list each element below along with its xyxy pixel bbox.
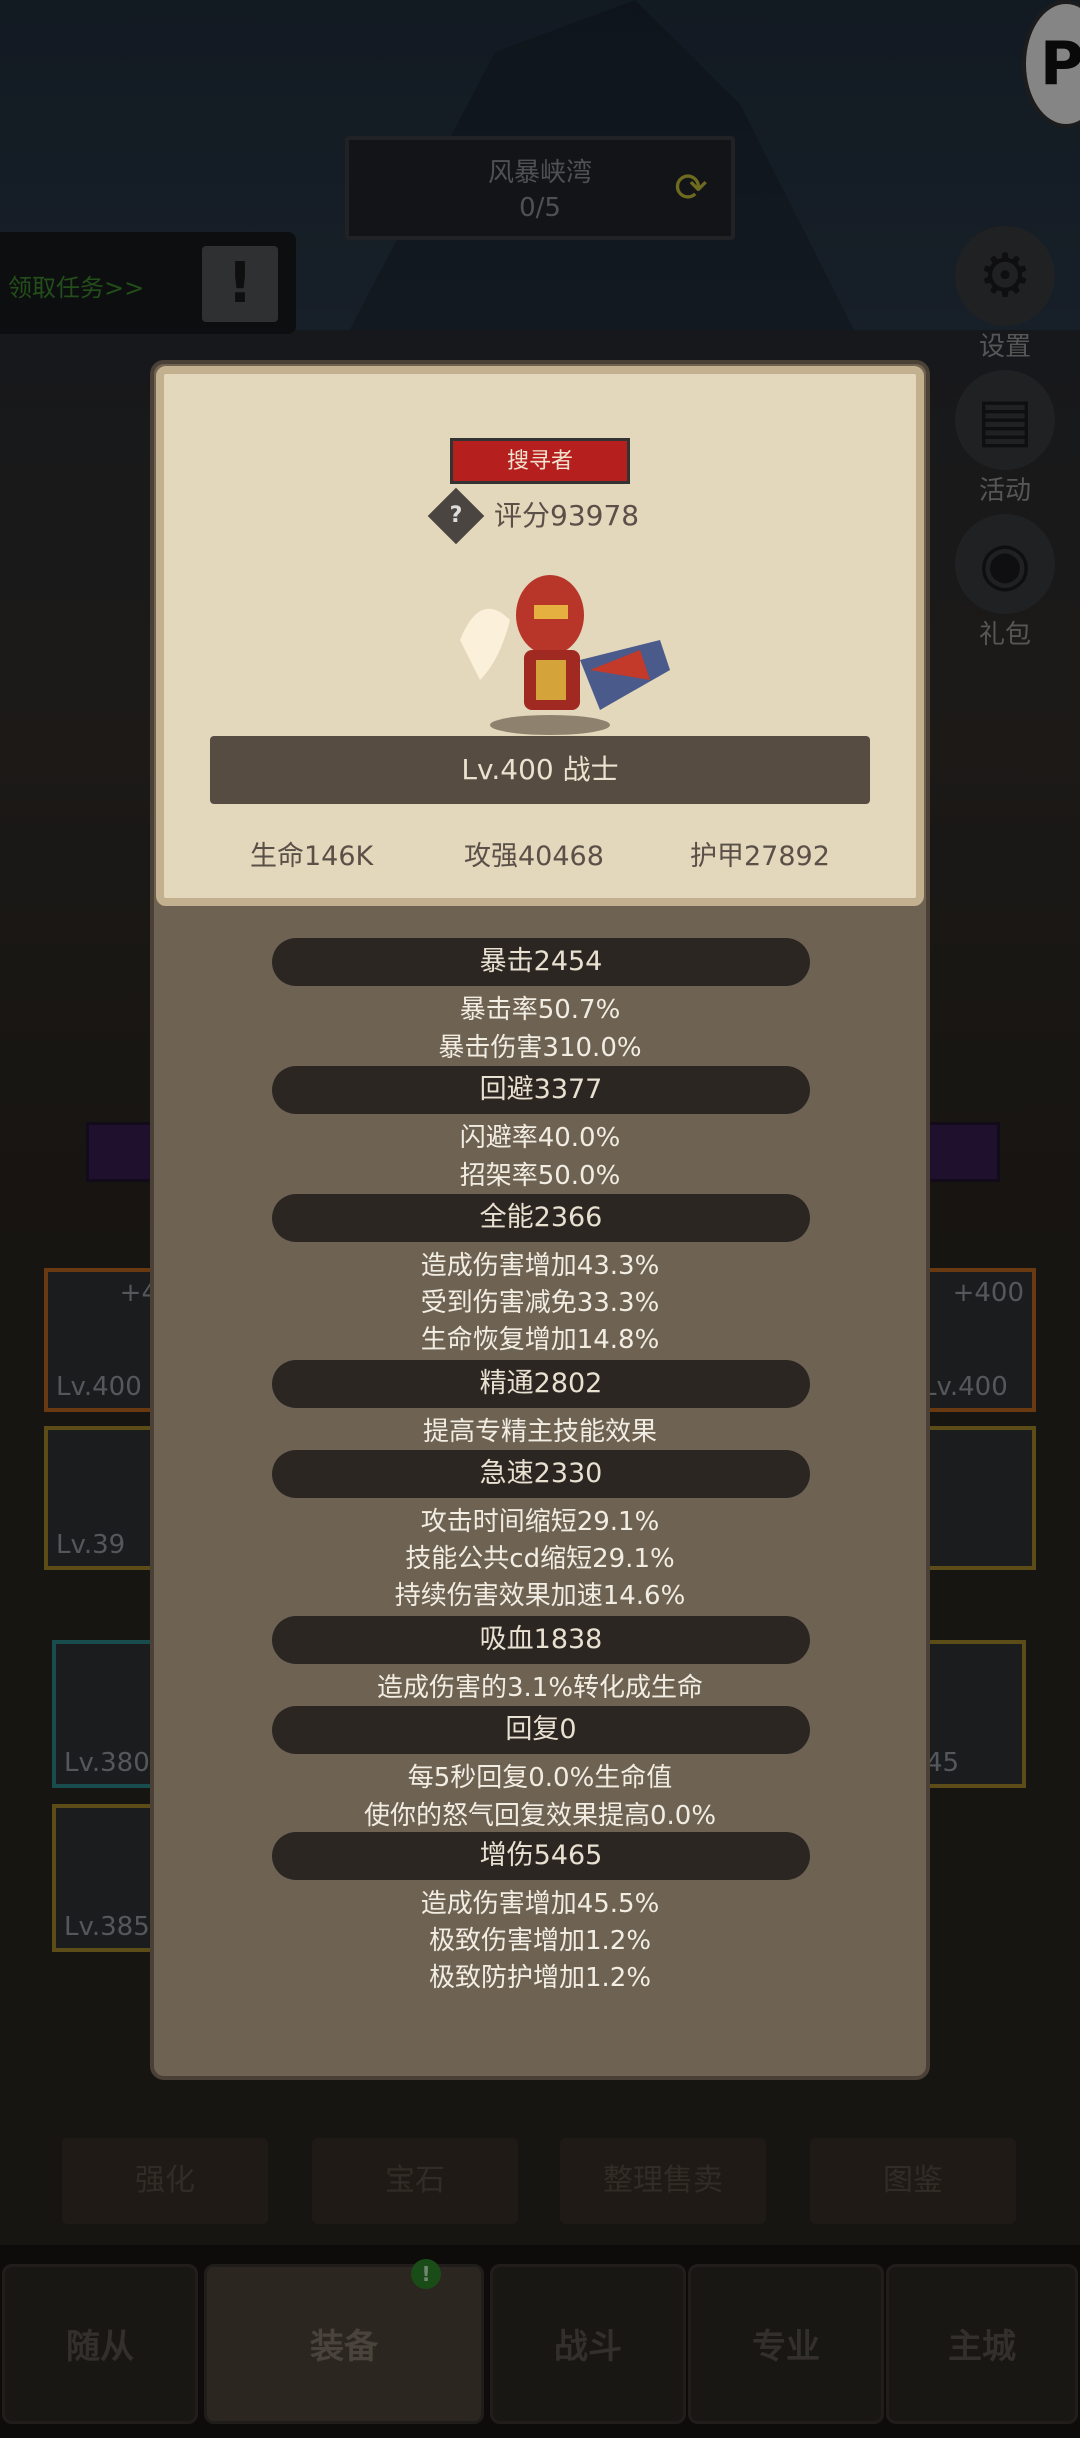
warrior-hero-image bbox=[460, 575, 670, 735]
stat-line: 使你的怒气回复效果提高0.0% bbox=[363, 1801, 717, 1831]
stat-line: 造成伤害的3.1%转化成生命 bbox=[376, 1673, 704, 1703]
stat-line: 受到伤害减免33.3% bbox=[420, 1288, 660, 1318]
stat-line: 生命恢复增加14.8% bbox=[420, 1325, 660, 1355]
stat-header-versatility: 全能2366 bbox=[272, 1194, 810, 1242]
stat-line: 攻击时间缩短29.1% bbox=[420, 1507, 660, 1537]
stat-header-lifesteal: 吸血1838 bbox=[272, 1616, 810, 1664]
stat-line: 极致伤害增加1.2% bbox=[428, 1926, 652, 1956]
stat-line: 持续伤害效果加速14.6% bbox=[394, 1581, 686, 1611]
attack-stat: 攻强40468 bbox=[464, 841, 604, 872]
stat-header-avoid: 回避3377 bbox=[272, 1066, 810, 1114]
stat-line: 闪避率40.0% bbox=[459, 1123, 621, 1153]
stat-line: 招架率50.0% bbox=[459, 1161, 621, 1191]
stat-line: 技能公共cd缩短29.1% bbox=[405, 1544, 675, 1574]
hp-stat: 生命146K bbox=[250, 841, 374, 872]
stat-line: 造成伤害增加45.5% bbox=[420, 1889, 660, 1919]
armor-stat: 护甲27892 bbox=[690, 841, 830, 872]
class-badge: 搜寻者 bbox=[450, 438, 630, 484]
stat-header-crit: 暴击2454 bbox=[272, 938, 810, 986]
help-icon[interactable]: ? bbox=[427, 487, 485, 545]
level-class-bar: Lv.400 战士 bbox=[210, 736, 870, 804]
stat-line: 暴击率50.7% bbox=[459, 995, 621, 1025]
stat-header-haste: 急速2330 bbox=[272, 1450, 810, 1498]
stat-line: 造成伤害增加43.3% bbox=[420, 1251, 660, 1281]
score-text: 评分93978 bbox=[494, 499, 640, 532]
stat-header-damage-bonus: 增伤5465 bbox=[272, 1832, 810, 1880]
stat-header-mastery: 精通2802 bbox=[272, 1360, 810, 1408]
stat-line: 每5秒回复0.0%生命值 bbox=[407, 1763, 673, 1793]
stat-header-regen: 回复0 bbox=[272, 1706, 810, 1754]
stat-line: 提高专精主技能效果 bbox=[422, 1417, 657, 1447]
stat-line: 暴击伤害310.0% bbox=[438, 1033, 642, 1063]
stat-line: 极致防护增加1.2% bbox=[428, 1963, 652, 1993]
